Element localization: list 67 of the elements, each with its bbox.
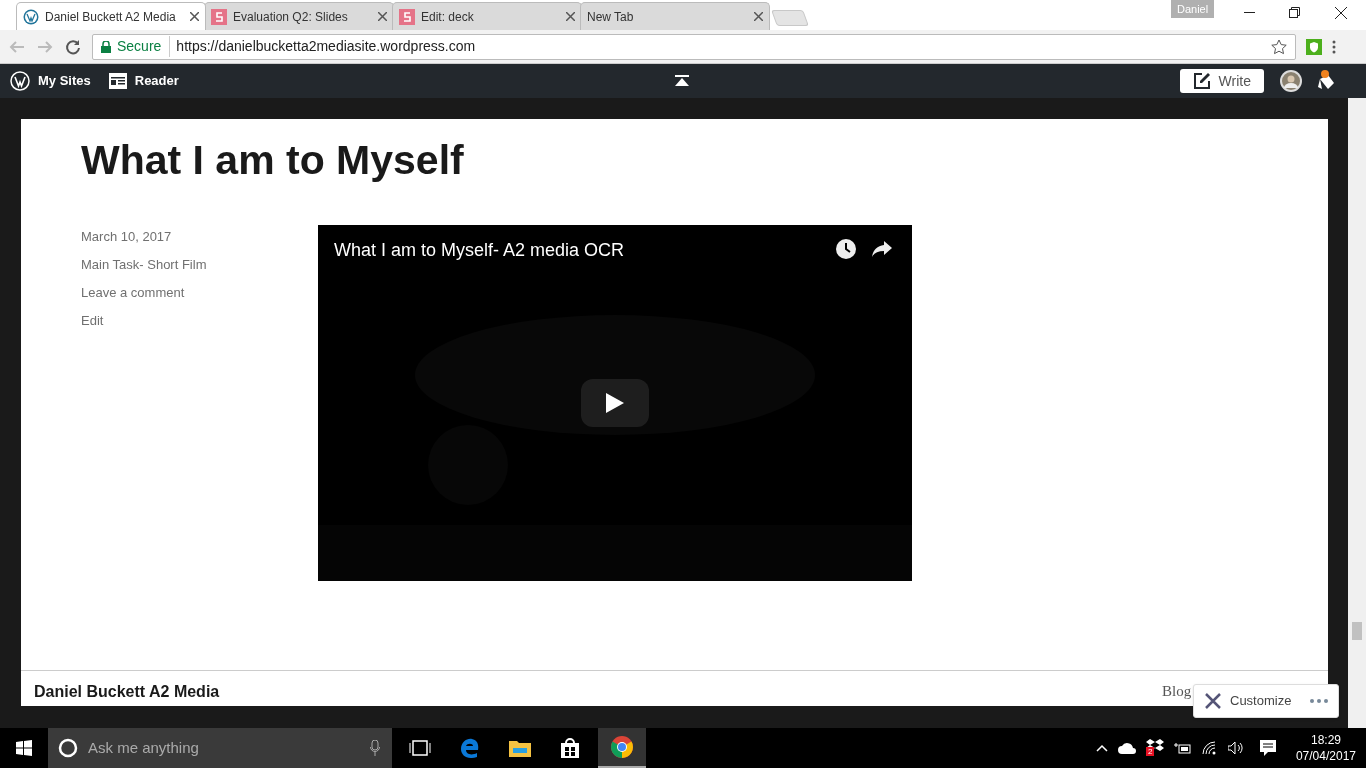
chevron-up-icon[interactable] <box>1095 744 1108 752</box>
wordpress-icon[interactable] <box>10 71 30 91</box>
browser-tab[interactable]: Daniel Buckett A2 Media <box>16 2 206 30</box>
pencil-icon <box>1192 72 1211 90</box>
battery-icon[interactable] <box>1173 742 1192 754</box>
slides-icon <box>211 8 227 25</box>
play-button[interactable] <box>581 379 649 427</box>
cortana-icon <box>58 738 78 758</box>
task-view-icon[interactable] <box>409 740 431 756</box>
clock-time[interactable]: 18:29 <box>1310 732 1341 748</box>
cloud-icon[interactable] <box>1117 742 1136 754</box>
close-tab-icon[interactable] <box>566 12 575 21</box>
write-button[interactable]: Write <box>1179 69 1264 93</box>
post-meta-link[interactable]: March 10, 2017 <box>81 228 207 246</box>
clock-date[interactable]: 07/04/2017 <box>1295 748 1356 764</box>
scrollbar[interactable] <box>1348 98 1366 728</box>
slides-icon <box>399 8 415 25</box>
browser-tab[interactable]: Evaluation Q2: Slides <box>204 2 394 30</box>
customize-label: Customize <box>1230 692 1292 711</box>
volume-icon[interactable] <box>1227 741 1244 755</box>
clock-icon[interactable] <box>836 239 856 259</box>
scrollbar-thumb[interactable] <box>1352 622 1362 640</box>
close-icon[interactable] <box>1335 7 1347 19</box>
restore-icon[interactable] <box>1289 7 1300 18</box>
wordpress-icon <box>23 8 39 25</box>
collapse-icon[interactable] <box>675 75 689 86</box>
search-placeholder: Ask me anything <box>88 737 199 758</box>
wifi-icon[interactable] <box>1201 741 1218 755</box>
chrome-icon <box>611 736 633 758</box>
post-meta-link[interactable]: Main Task- Short Film <box>81 256 207 274</box>
browser-tab[interactable]: Edit: deck <box>392 2 582 30</box>
url-text: https://danielbucketta2mediasite.wordpress.com <box>176 37 476 56</box>
share-icon[interactable] <box>872 241 892 257</box>
reader-icon[interactable] <box>108 73 127 89</box>
address-bar[interactable]: Secure https://danielbucketta2mediasite.wordpress.com <box>92 33 1296 60</box>
close-tab-icon[interactable] <box>754 12 763 21</box>
reload-icon[interactable] <box>64 37 82 56</box>
secure-label: Secure <box>117 36 171 57</box>
shield-extension-icon[interactable] <box>1306 38 1322 55</box>
minimize-icon[interactable] <box>1244 12 1255 14</box>
notification-badge: 2 <box>1145 747 1155 756</box>
chrome-taskbar-button[interactable] <box>598 728 646 768</box>
admin-bar-link[interactable]: Reader <box>134 71 179 91</box>
more-icon[interactable] <box>1310 699 1328 703</box>
microphone-icon <box>370 740 380 756</box>
store-icon[interactable] <box>560 738 580 758</box>
browser-tab[interactable]: New Tab <box>580 2 770 30</box>
customize-popup[interactable]: Customize <box>1193 684 1339 718</box>
padlock-icon <box>101 40 111 53</box>
bookmark-star-icon[interactable] <box>1271 38 1287 55</box>
menu-icon[interactable] <box>1332 39 1336 54</box>
post-title: What I am to Myself <box>81 136 464 185</box>
close-tab-icon[interactable] <box>378 12 387 21</box>
folder-icon[interactable] <box>509 739 531 757</box>
site-title[interactable]: Daniel Buckett A2 Media <box>34 680 220 704</box>
start-icon[interactable] <box>16 740 32 756</box>
close-tab-icon[interactable] <box>190 12 199 21</box>
avatar-icon[interactable] <box>1280 70 1302 92</box>
action-center-icon[interactable] <box>1259 740 1276 756</box>
admin-bar-link[interactable]: My Sites <box>38 71 91 91</box>
edge-browser-icon[interactable] <box>460 738 480 758</box>
post-meta-link[interactable]: Edit <box>81 312 207 330</box>
video-title[interactable]: What I am to Myself- A2 media OCR <box>334 237 625 264</box>
search-box[interactable]: Ask me anything <box>48 728 392 768</box>
footer-credit[interactable]: Blog <box>1162 680 1192 703</box>
post-meta-link[interactable]: Leave a comment <box>81 284 207 302</box>
play-icon <box>606 393 624 413</box>
